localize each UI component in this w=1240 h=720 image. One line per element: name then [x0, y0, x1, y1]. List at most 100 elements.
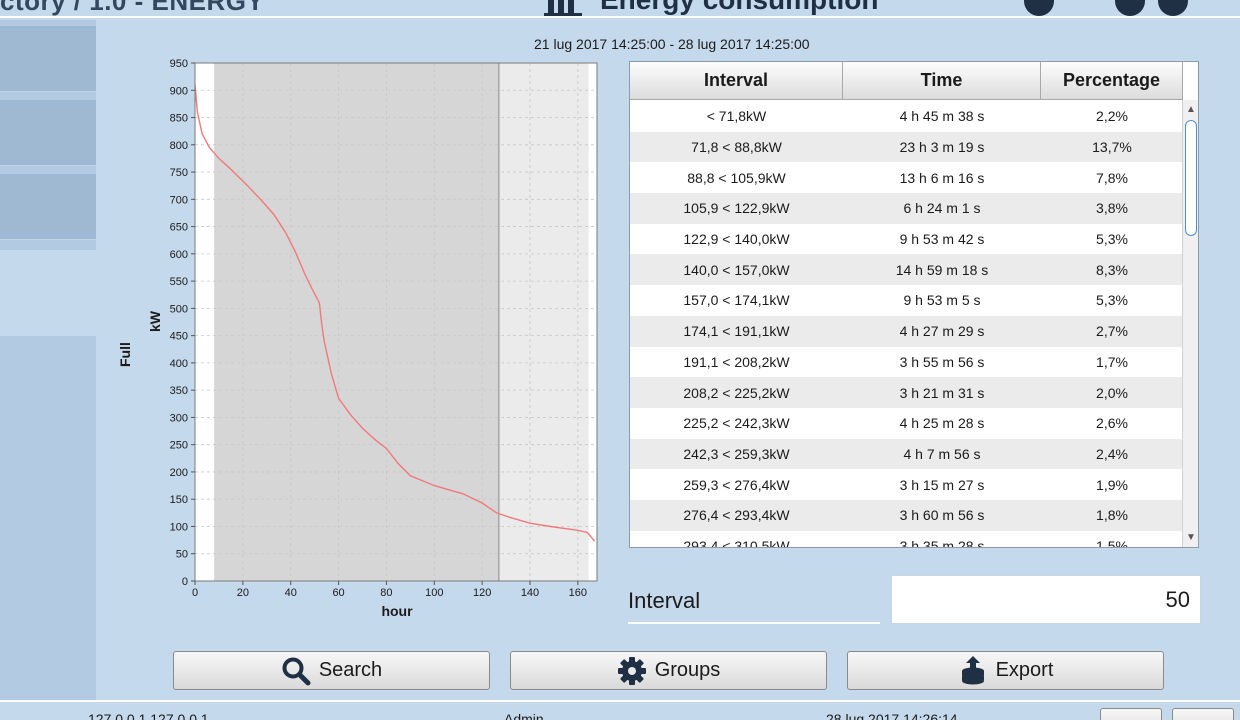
y-tick-label: 250 — [170, 440, 188, 452]
y-tick-label: 900 — [170, 85, 188, 97]
y-tick-label: 750 — [170, 167, 188, 179]
scroll-down-icon[interactable]: ▼ — [1183, 530, 1198, 546]
cell-time: 9 h 53 m 42 s — [899, 231, 985, 248]
cell-percentage: 1,5% — [1096, 537, 1128, 548]
table-row[interactable]: 140,0 < 157,0kW 14 h 59 m 18 s 8,3% — [630, 254, 1183, 286]
cell-percentage: 2,4% — [1096, 445, 1128, 462]
cell-interval: 122,9 < 140,0kW — [683, 231, 790, 248]
table-row[interactable]: 88,8 < 105,9kW 13 h 6 m 16 s 7,8% — [630, 162, 1183, 193]
table-row[interactable]: 259,3 < 276,4kW 3 h 15 m 27 s 1,9% — [630, 469, 1183, 500]
scroll-up-icon[interactable]: ▲ — [1183, 102, 1198, 118]
cell-interval: 225,2 < 242,3kW — [683, 415, 790, 432]
sidebar-item-3[interactable] — [0, 174, 96, 240]
shaded-region-0 — [214, 63, 499, 581]
x-tick-label: 20 — [237, 587, 249, 599]
help-icon[interactable] — [1024, 0, 1054, 16]
cell-interval: 105,9 < 122,9kW — [683, 200, 790, 217]
cell-time: 23 h 3 m 19 s — [899, 139, 985, 156]
cell-time: 3 h 35 m 28 s — [899, 537, 985, 548]
cell-percentage: 13,7% — [1092, 139, 1132, 156]
column-header-percentage[interactable]: Percentage — [1041, 62, 1183, 99]
interval-underline — [628, 622, 880, 624]
cell-time: 4 h 45 m 38 s — [899, 108, 985, 125]
table-row[interactable]: 225,2 < 242,3kW 4 h 25 m 28 s 2,6% — [630, 408, 1183, 439]
shaded-region-1 — [498, 63, 589, 581]
table-row[interactable]: 71,8 < 88,8kW 23 h 3 m 19 s 13,7% — [630, 131, 1183, 163]
y-tick-label: 50 — [176, 549, 188, 561]
status-button-2[interactable] — [1172, 708, 1234, 720]
cell-percentage: 1,9% — [1096, 476, 1128, 493]
interval-table: Interval Time Percentage < 71,8kW 4 h 45 … — [629, 61, 1199, 548]
cell-percentage: 2,0% — [1096, 384, 1128, 401]
cell-percentage: 2,2% — [1096, 108, 1128, 125]
cell-percentage: 2,7% — [1096, 323, 1128, 340]
cell-interval: 259,3 < 276,4kW — [683, 476, 790, 493]
y-tick-label: 500 — [170, 303, 188, 315]
user-icon[interactable] — [1115, 0, 1145, 16]
cell-time: 3 h 55 m 56 s — [899, 353, 985, 370]
y-tick-label: 150 — [170, 494, 188, 506]
table-row[interactable]: 242,3 < 259,3kW 4 h 7 m 56 s 2,4% — [630, 438, 1183, 470]
page-title-group: Energy consumption — [544, 0, 878, 16]
cell-time: 4 h 27 m 29 s — [899, 323, 985, 340]
table-scrollbar[interactable]: ▲ ▼ — [1182, 100, 1198, 547]
x-axis-label: hour — [381, 603, 413, 619]
search-button-label: Search — [318, 659, 383, 681]
cell-percentage: 5,3% — [1096, 292, 1128, 309]
x-tick-label: 140 — [521, 587, 539, 599]
y-tick-label: 600 — [170, 249, 188, 261]
y-tick-label: 700 — [170, 194, 188, 206]
status-user: Admin — [504, 711, 544, 720]
cell-interval: 208,2 < 225,2kW — [683, 384, 790, 401]
table-row[interactable]: 174,1 < 191,1kW 4 h 27 m 29 s 2,7% — [630, 315, 1183, 347]
groups-button[interactable]: Groups — [510, 651, 827, 690]
table-row[interactable]: 122,9 < 140,0kW 9 h 53 m 42 s 5,3% — [630, 224, 1183, 255]
y-tick-label: 300 — [170, 412, 188, 424]
table-row[interactable]: 208,2 < 225,2kW 3 h 21 m 31 s 2,0% — [630, 377, 1183, 408]
table-row[interactable]: < 71,8kW 4 h 45 m 38 s 2,2% — [630, 101, 1183, 132]
search-button[interactable]: Search — [173, 651, 490, 690]
export-button[interactable]: Export — [847, 651, 1164, 690]
sidebar-item-1[interactable] — [0, 26, 96, 92]
series-label: Full — [117, 342, 133, 367]
breadcrumb: ctory / 1.0 - ENERGY — [0, 0, 265, 16]
cell-time: 13 h 6 m 16 s — [899, 169, 985, 186]
y-tick-label: 950 — [170, 58, 188, 70]
cell-interval: 88,8 < 105,9kW — [687, 169, 786, 186]
search-icon — [281, 656, 311, 686]
column-header-interval[interactable]: Interval — [630, 62, 843, 99]
page-title: Energy consumption — [600, 0, 878, 16]
status-datetime: 28 lug 2017 14:26:14 — [826, 711, 958, 720]
cell-time: 4 h 7 m 56 s — [903, 445, 981, 462]
cell-interval: 242,3 < 259,3kW — [683, 445, 790, 462]
table-row[interactable]: 293,4 < 310,5kW 3 h 35 m 28 s 1,5% — [630, 531, 1183, 548]
sidebar-item-active[interactable] — [0, 250, 96, 336]
cell-time: 9 h 53 m 5 s — [903, 292, 981, 309]
column-header-time[interactable]: Time — [843, 62, 1041, 99]
status-button-1[interactable] — [1100, 708, 1162, 720]
cell-time: 6 h 24 m 1 s — [903, 200, 981, 217]
interval-label: Interval — [628, 588, 701, 613]
cell-percentage: 7,8% — [1096, 169, 1128, 186]
cell-interval: 276,4 < 293,4kW — [683, 507, 790, 524]
table-row[interactable]: 157,0 < 174,1kW 9 h 53 m 5 s 5,3% — [630, 285, 1183, 316]
interval-input[interactable] — [891, 575, 1201, 624]
logout-icon[interactable] — [1158, 0, 1188, 16]
table-row[interactable]: 191,1 < 208,2kW 3 h 55 m 56 s 1,7% — [630, 347, 1183, 378]
cell-interval: 71,8 < 88,8kW — [691, 139, 782, 156]
x-tick-label: 80 — [380, 587, 392, 599]
cell-percentage: 5,3% — [1096, 231, 1128, 248]
cell-percentage: 2,6% — [1096, 415, 1128, 432]
y-tick-label: 200 — [170, 467, 188, 479]
cell-interval: 140,0 < 157,0kW — [683, 261, 790, 278]
table-row[interactable]: 105,9 < 122,9kW 6 h 24 m 1 s 3,8% — [630, 193, 1183, 224]
cell-time: 3 h 21 m 31 s — [899, 384, 985, 401]
status-address: 127.0.0.1 127.0.0.1 — [88, 711, 209, 720]
load-duration-chart: 0 20 40 60 80 100 120 140 160 0 50 100 150 200 250 300 3… — [117, 58, 598, 619]
table-row[interactable]: 276,4 < 293,4kW 3 h 60 m 56 s 1,8% — [630, 499, 1183, 531]
gear-icon — [617, 656, 647, 686]
status-bar: 127.0.0.1 127.0.0.1 Admin 28 lug 2017 14… — [0, 700, 1240, 720]
sidebar-item-2[interactable] — [0, 100, 96, 166]
cell-percentage: 1,7% — [1096, 353, 1128, 370]
scrollbar-thumb[interactable] — [1185, 120, 1197, 236]
